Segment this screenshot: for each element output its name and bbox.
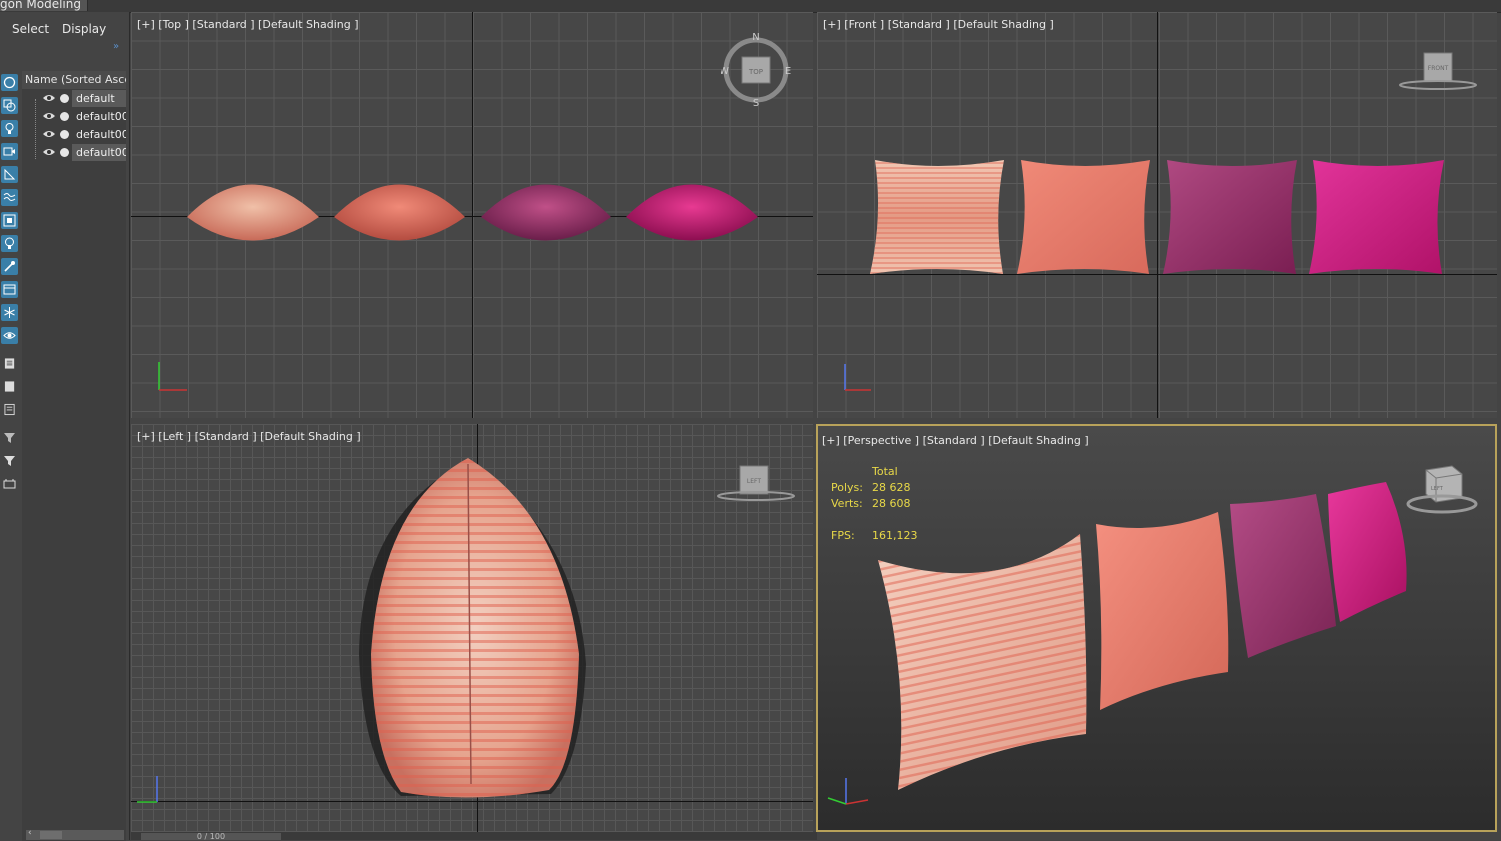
viewport-front[interactable]: [+] [Front ] [Standard ] [Default Shadin… — [817, 12, 1497, 418]
object-name[interactable]: default003 — [72, 144, 126, 161]
pillow-default — [187, 184, 319, 241]
pillow-default001 — [334, 184, 465, 241]
pillow-default003 — [1328, 482, 1407, 622]
object-icon — [60, 94, 69, 103]
menu-select[interactable]: Select — [12, 22, 49, 36]
eye-icon[interactable] — [42, 147, 56, 157]
scene-explorer-panel: Select Display » Name (Sorted Ascen defa… — [0, 12, 130, 841]
top-view-objects — [158, 184, 758, 391]
list-item[interactable]: default001 — [22, 108, 126, 125]
bone-icon[interactable] — [1, 235, 18, 252]
pillow-default002 — [481, 184, 611, 241]
pillow-default003 — [1309, 160, 1444, 274]
expand-panel-icon[interactable]: » — [113, 41, 119, 52]
scene-explorer-list: Name (Sorted Ascen default default001 de… — [22, 71, 126, 841]
compass-n: N — [752, 32, 759, 43]
filter-funnel-icon[interactable] — [2, 453, 17, 468]
axis-tripod — [844, 364, 871, 391]
pillow-default002 — [1230, 494, 1336, 658]
filter-icon[interactable] — [2, 430, 17, 445]
object-icon — [60, 148, 69, 157]
list-item[interactable]: default003 — [22, 144, 126, 161]
column-header-name[interactable]: Name (Sorted Ascen — [22, 71, 126, 89]
eye-icon[interactable] — [42, 93, 56, 103]
explorer-scrollbar[interactable]: ‹ — [26, 828, 124, 840]
viewport-perspective[interactable]: [+] [Perspective ] [Standard ] [Default … — [816, 424, 1497, 832]
perspective-objects — [827, 482, 1407, 805]
viewcube-face-front: FRONT — [1428, 65, 1449, 72]
particle-icon[interactable] — [1, 258, 18, 275]
compass-w: W — [721, 66, 729, 77]
ribbon-tab-polygon-modeling[interactable]: gon Modeling — [0, 0, 88, 11]
viewport-top[interactable]: [+] [Top ] [Standard ] [Default Shading … — [131, 12, 813, 418]
object-icon — [60, 112, 69, 121]
axis-tripod — [158, 362, 187, 391]
shapes-icon[interactable] — [1, 97, 18, 114]
compass-e: E — [785, 66, 791, 77]
viewcube-face-perspective: LEFT — [1431, 486, 1444, 492]
menu-display[interactable]: Display — [62, 22, 106, 36]
viewcube-face-left: LEFT — [747, 478, 761, 485]
container-icon[interactable] — [1, 281, 18, 298]
camera-icon[interactable] — [1, 143, 18, 160]
time-slider-thumb[interactable]: 0 / 100 — [141, 833, 281, 841]
axis-tripod — [827, 778, 869, 805]
left-view-objects — [137, 458, 586, 803]
spacewarp-icon[interactable] — [1, 189, 18, 206]
eye-icon[interactable] — [42, 111, 56, 121]
helper-icon[interactable] — [1, 166, 18, 183]
schematic-icon[interactable] — [2, 476, 17, 491]
axis-tripod — [137, 776, 158, 803]
display-icon[interactable] — [2, 379, 17, 394]
eye-icon[interactable] — [42, 129, 56, 139]
light-icon[interactable] — [1, 120, 18, 137]
pillow-default001 — [1017, 160, 1150, 274]
list-item[interactable]: default — [22, 90, 126, 107]
object-name[interactable]: default — [72, 90, 126, 107]
pillow-default002 — [1163, 160, 1297, 274]
time-slider[interactable]: 0 / 100 — [131, 832, 817, 841]
sphere-icon[interactable] — [1, 74, 18, 91]
list-item[interactable]: default002 — [22, 126, 126, 143]
group-icon[interactable] — [1, 212, 18, 229]
compass-s: S — [753, 98, 759, 108]
viewport-left[interactable]: [+] [Left ] [Standard ] [Default Shading… — [131, 424, 813, 832]
frozen-icon[interactable] — [1, 304, 18, 321]
object-icon — [60, 130, 69, 139]
pillow-default001 — [1096, 512, 1229, 710]
front-view-objects — [844, 160, 1444, 391]
object-name[interactable]: default001 — [72, 108, 126, 125]
pillow-default003 — [626, 184, 758, 241]
properties-icon[interactable] — [2, 402, 17, 417]
scroll-left-icon[interactable]: ‹ — [28, 828, 32, 838]
layer-icon[interactable] — [2, 356, 17, 371]
object-name[interactable]: default002 — [72, 126, 126, 143]
viewcube-left[interactable]: LEFT — [715, 464, 797, 504]
viewcube-face-top: TOP — [748, 68, 763, 76]
viewcube-compass[interactable]: TOP N S E W — [721, 32, 791, 108]
viewcube-perspective[interactable]: LEFT — [1404, 462, 1480, 516]
scrollbar-thumb[interactable] — [40, 831, 62, 839]
viewcube-front[interactable]: FRONT — [1397, 50, 1479, 94]
visibility-icon[interactable] — [1, 327, 18, 344]
